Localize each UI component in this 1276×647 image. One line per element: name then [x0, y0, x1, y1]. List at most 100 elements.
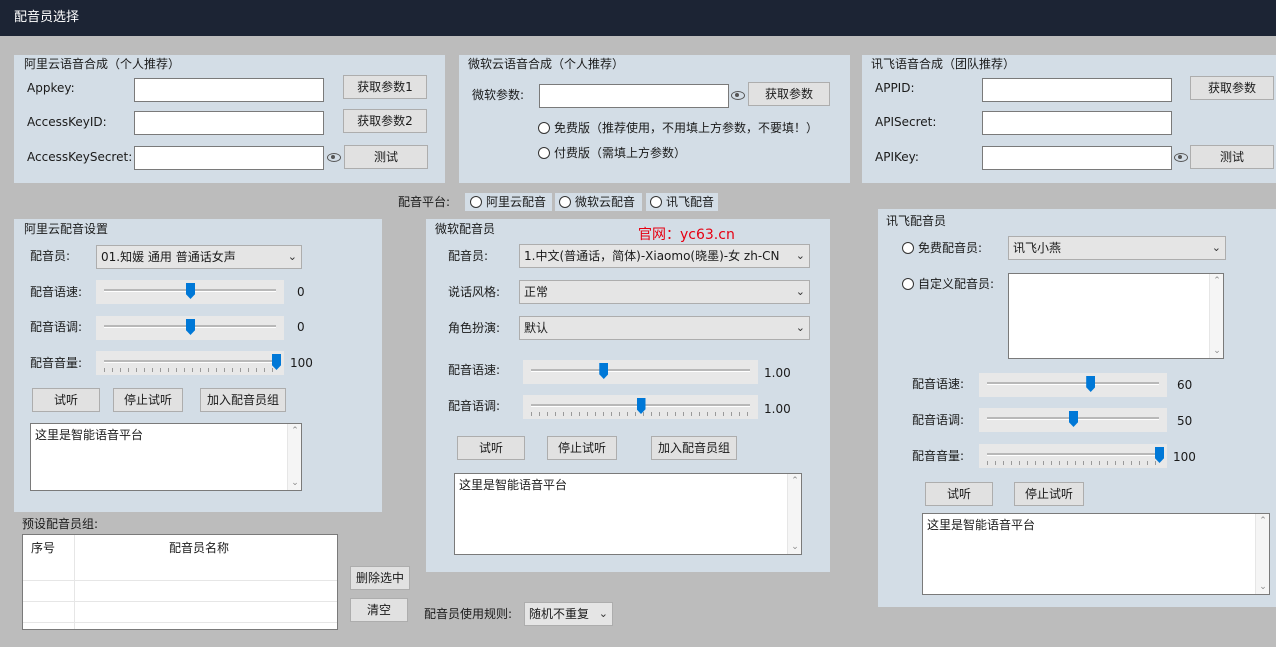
accesskeysecret-label: AccessKeySecret: [27, 150, 133, 164]
aliyun-pitch-value: 0 [297, 320, 305, 334]
microsoft-role-select[interactable]: 默认 ⌄ [519, 316, 810, 340]
chevron-down-icon: ⌄ [598, 607, 608, 620]
aliyun-volume-slider[interactable] [96, 351, 284, 375]
scroll-up-icon[interactable]: ⌃ [288, 425, 301, 437]
aliyun-stop-button[interactable]: 停止试听 [113, 388, 183, 412]
aliyun-pitch-slider[interactable] [96, 316, 284, 340]
scroll-down-icon[interactable]: ⌄ [1210, 345, 1223, 357]
microsoft-pitch-slider[interactable] [523, 395, 758, 419]
get-params1-button[interactable]: 获取参数1 [343, 75, 427, 99]
microsoft-voice-panel: 微软配音员 官网：yc63.cn 配音员: 1.中文(普通话，简体)-Xiaom… [426, 219, 830, 572]
microsoft-speed-slider[interactable] [523, 360, 758, 384]
vertical-scrollbar[interactable]: ⌃ ⌄ [1209, 274, 1223, 358]
preset-group-table[interactable]: 序号 配音员名称 [22, 534, 338, 630]
free-voice-radio-circle[interactable] [902, 242, 914, 254]
platform-aliyun-radio[interactable]: 阿里云配音 [465, 193, 552, 211]
paid-radio-circle[interactable] [538, 147, 550, 159]
microsoft-add-group-button[interactable]: 加入配音员组 [651, 436, 737, 460]
xunfei-custom-input[interactable]: ⌃ ⌄ [1008, 273, 1224, 359]
platform-xunfei-radio[interactable]: 讯飞配音 [646, 193, 718, 211]
xunfei-free-select[interactable]: 讯飞小燕 ⌄ [1008, 236, 1226, 260]
xunfei-stop-button[interactable]: 停止试听 [1014, 482, 1084, 506]
get-params2-button[interactable]: 获取参数2 [343, 109, 427, 133]
xunfei-get-params-button[interactable]: 获取参数 [1190, 76, 1274, 100]
microsoft-listen-button[interactable]: 试听 [457, 436, 525, 460]
slider-thumb[interactable] [1086, 376, 1096, 392]
aliyun-add-group-button[interactable]: 加入配音员组 [200, 388, 286, 412]
xunfei-speed-label: 配音语速: [912, 377, 965, 391]
appid-input[interactable] [982, 78, 1172, 102]
usage-rule-select[interactable]: 随机不重复 ⌄ [524, 602, 613, 626]
microsoft-get-params-button[interactable]: 获取参数 [748, 82, 830, 106]
microsoft-text-area[interactable]: 这里是智能语音平台 ⌃ ⌄ [454, 473, 802, 555]
chevron-down-icon: ⌄ [795, 285, 805, 298]
slider-thumb[interactable] [599, 363, 609, 379]
microsoft-free-radio[interactable]: 免费版（推荐使用，不用填上方参数，不要填！） [538, 120, 818, 136]
aliyun-voice-select[interactable]: 01.知媛 通用 普通话女声 ⌄ [96, 245, 302, 269]
platform-microsoft-radio[interactable]: 微软云配音 [555, 193, 642, 211]
scroll-up-icon[interactable]: ⌃ [1210, 275, 1223, 287]
aliyun-voice-panel: 阿里云配音设置 配音员: 01.知媛 通用 普通话女声 ⌄ 配音语速: 0 配音… [14, 219, 382, 512]
scroll-down-icon[interactable]: ⌄ [288, 477, 301, 489]
xunfei-custom-radio[interactable]: 自定义配音员: [902, 276, 994, 292]
scroll-up-icon[interactable]: ⌃ [788, 475, 801, 487]
column-header-name[interactable]: 配音员名称 [169, 540, 229, 556]
delete-selected-button[interactable]: 删除选中 [350, 566, 410, 590]
appkey-label: Appkey: [27, 81, 75, 95]
microsoft-synth-title: 微软云语音合成（个人推荐） [468, 57, 625, 71]
accesskeysecret-input[interactable] [134, 146, 324, 170]
slider-thumb[interactable] [1069, 411, 1078, 427]
xunfei-free-radio[interactable]: 免费配音员: [902, 240, 982, 256]
column-header-index[interactable]: 序号 [31, 540, 55, 556]
show-apikey-eye-icon[interactable] [1174, 153, 1188, 162]
show-params-eye-icon[interactable] [731, 91, 745, 100]
microsoft-radio-circle[interactable] [559, 196, 571, 208]
scroll-up-icon[interactable]: ⌃ [1256, 515, 1269, 527]
microsoft-speed-value: 1.00 [764, 366, 791, 380]
microsoft-role-value: 默认 [524, 321, 549, 335]
xunfei-free-label: 免费配音员: [918, 241, 983, 255]
microsoft-paid-radio[interactable]: 付费版（需填上方参数） [538, 145, 686, 161]
aliyun-radio-circle[interactable] [470, 196, 482, 208]
aliyun-pitch-label: 配音语调: [30, 320, 83, 334]
aliyun-listen-button[interactable]: 试听 [32, 388, 100, 412]
slider-thumb[interactable] [186, 319, 195, 335]
free-radio-circle[interactable] [538, 122, 550, 134]
accesskeyid-input[interactable] [134, 111, 324, 135]
xunfei-pitch-slider[interactable] [979, 408, 1167, 432]
slider-thumb[interactable] [186, 283, 195, 299]
appkey-input[interactable] [134, 78, 324, 102]
microsoft-pitch-value: 1.00 [764, 402, 791, 416]
scroll-down-icon[interactable]: ⌄ [788, 541, 801, 553]
preset-group-title: 预设配音员组: [22, 517, 99, 531]
vertical-scrollbar[interactable]: ⌃ ⌄ [1255, 514, 1269, 594]
vertical-scrollbar[interactable]: ⌃ ⌄ [787, 474, 801, 554]
microsoft-stop-button[interactable]: 停止试听 [547, 436, 617, 460]
xunfei-pitch-value: 50 [1177, 414, 1193, 428]
microsoft-speed-label: 配音语速: [448, 363, 501, 377]
vertical-scrollbar[interactable]: ⌃ ⌄ [287, 424, 301, 490]
apisecret-input[interactable] [982, 111, 1172, 135]
microsoft-style-select[interactable]: 正常 ⌄ [519, 280, 810, 304]
xunfei-speed-slider[interactable] [979, 373, 1167, 397]
xunfei-volume-slider[interactable] [979, 444, 1167, 468]
show-secret-eye-icon[interactable] [327, 153, 341, 162]
table-row [23, 580, 337, 581]
clear-button[interactable]: 清空 [350, 598, 408, 622]
scroll-down-icon[interactable]: ⌄ [1256, 581, 1269, 593]
apikey-input[interactable] [982, 146, 1172, 170]
aliyun-speed-slider[interactable] [96, 280, 284, 304]
aliyun-text-area[interactable]: 这里是智能语音平台 ⌃ ⌄ [30, 423, 302, 491]
microsoft-voice-label: 配音员: [448, 249, 489, 263]
aliyun-test-button[interactable]: 测试 [344, 145, 428, 169]
xunfei-text-area[interactable]: 这里是智能语音平台 ⌃ ⌄ [922, 513, 1270, 595]
microsoft-voice-title: 微软配音员 [435, 222, 496, 236]
xunfei-radio-circle[interactable] [650, 196, 662, 208]
xunfei-listen-button[interactable]: 试听 [925, 482, 993, 506]
xunfei-test-button[interactable]: 测试 [1190, 145, 1274, 169]
custom-voice-radio-circle[interactable] [902, 278, 914, 290]
chevron-down-icon: ⌄ [287, 250, 297, 263]
microsoft-voice-select[interactable]: 1.中文(普通话，简体)-Xiaomo(晓墨)-女 zh-CN ⌄ [519, 244, 810, 268]
microsoft-params-label: 微软参数: [472, 88, 525, 102]
microsoft-params-input[interactable] [539, 84, 729, 108]
